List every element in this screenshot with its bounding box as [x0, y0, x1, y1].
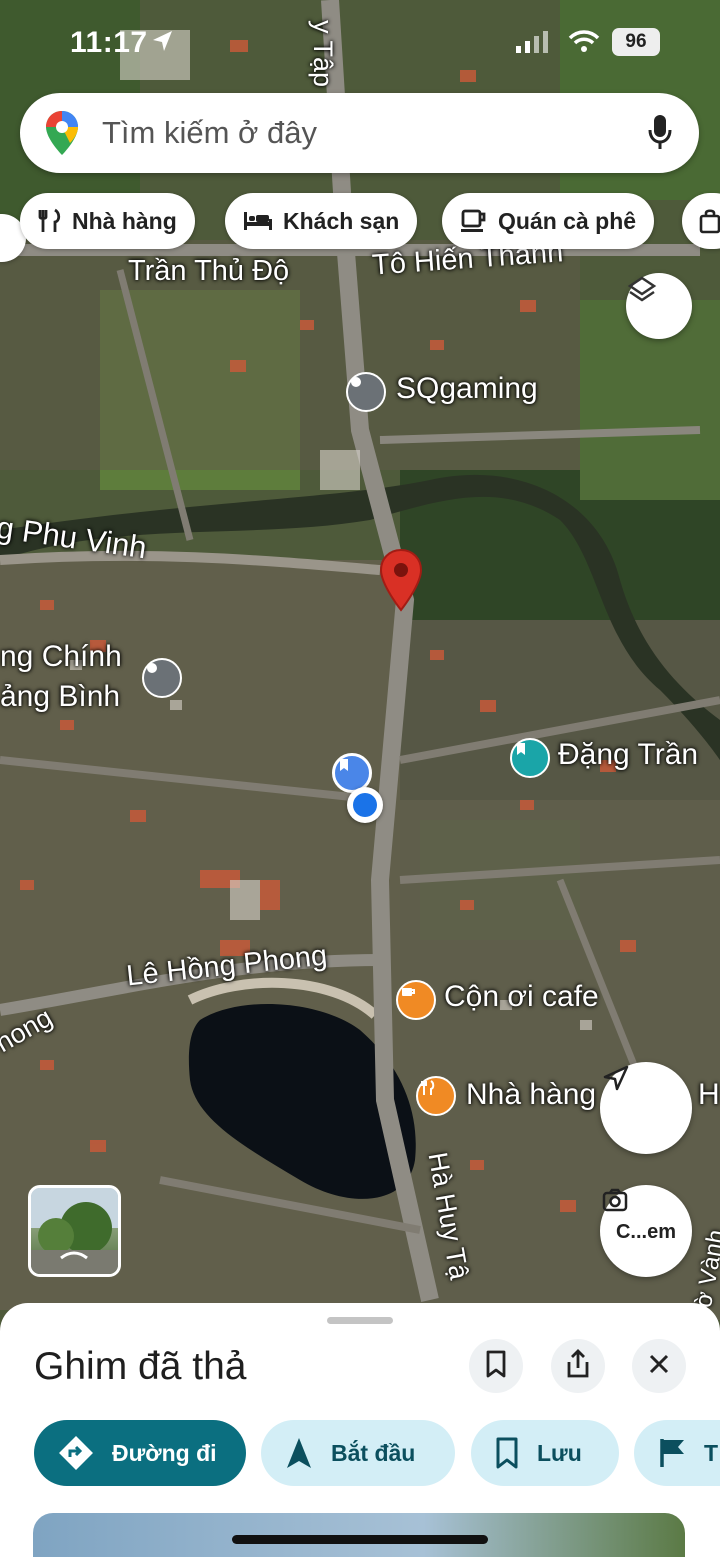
- label-button[interactable]: T: [634, 1420, 720, 1486]
- wifi-icon: [568, 30, 600, 59]
- directions-icon: [58, 1435, 94, 1471]
- share-icon: [565, 1348, 591, 1384]
- search-bar[interactable]: Tìm kiếm ở đây: [20, 93, 699, 173]
- save-button[interactable]: Lưu: [471, 1420, 619, 1486]
- battery-indicator: 96: [612, 28, 660, 56]
- shopping-bag-icon: [698, 208, 720, 234]
- chip-cafes[interactable]: Quán cà phê: [442, 193, 655, 249]
- poi-pin-icon[interactable]: [142, 658, 182, 698]
- chip-label: Quán cà phê: [498, 207, 637, 234]
- street-view-thumbnail[interactable]: [28, 1185, 121, 1277]
- poi-label-chinh-line1[interactable]: ng Chính: [0, 640, 122, 674]
- camera-explore-button[interactable]: C...em: [600, 1185, 692, 1277]
- user-location-dot: [347, 787, 383, 823]
- action-label: Lưu: [537, 1439, 582, 1466]
- poi-label-nha-hang-tail: H: [698, 1078, 720, 1111]
- poi-label-con-oi-cafe[interactable]: Cộn ơi cafe: [444, 980, 599, 1014]
- action-label: T: [704, 1439, 719, 1466]
- coffee-cup-icon[interactable]: [396, 980, 436, 1020]
- status-time: 11:17: [70, 26, 148, 59]
- action-label: Đường đi: [112, 1439, 217, 1466]
- search-placeholder[interactable]: Tìm kiếm ở đây: [102, 115, 317, 151]
- location-arrow-icon: [150, 28, 176, 59]
- flag-icon: [658, 1437, 686, 1469]
- chip-label: Nhà hàng: [72, 207, 177, 234]
- maps-logo-icon: [44, 109, 80, 162]
- street-label-tran-thu-do: Trần Thủ Độ: [128, 255, 290, 287]
- chip-label: Khách sạn: [283, 207, 400, 234]
- sheet-title: Ghim đã thả: [34, 1345, 247, 1388]
- directions-button[interactable]: Đường đi: [34, 1420, 246, 1486]
- camera-button-label: C...em: [615, 1220, 677, 1243]
- share-button[interactable]: [551, 1339, 605, 1393]
- poi-label-nha-hang[interactable]: Nhà hàng: [466, 1078, 596, 1112]
- microphone-icon[interactable]: [647, 113, 673, 156]
- poi-label-dang-tran[interactable]: Đặng Trần: [558, 738, 698, 772]
- bookmark-icon: [495, 1437, 519, 1469]
- chip-hotels[interactable]: Khách sạn: [225, 193, 418, 249]
- action-label: Bắt đầu: [331, 1439, 416, 1466]
- navigation-arrow-icon: [285, 1436, 313, 1470]
- chip-restaurants[interactable]: Nhà hàng: [20, 193, 195, 249]
- my-location-button[interactable]: [600, 1062, 692, 1154]
- bookmark-poi-icon[interactable]: [510, 738, 550, 778]
- start-button[interactable]: Bắt đầu: [261, 1420, 455, 1486]
- place-bottom-sheet[interactable]: Ghim đã thả Đường đi Bắt đầu Lưu T: [0, 1303, 720, 1557]
- status-bar: 11:17 96: [0, 0, 720, 80]
- cellular-signal-icon: [515, 30, 549, 59]
- home-indicator[interactable]: [232, 1535, 488, 1544]
- coffee-cup-icon: [460, 208, 488, 234]
- close-button[interactable]: [632, 1339, 686, 1393]
- bed-icon: [243, 210, 273, 232]
- poi-pin-icon[interactable]: [346, 372, 386, 412]
- save-bookmark-button[interactable]: [469, 1339, 523, 1393]
- fork-knife-icon[interactable]: [416, 1076, 456, 1116]
- layers-button[interactable]: [626, 273, 692, 339]
- bookmark-icon: [485, 1350, 507, 1383]
- poi-label-sqgaming[interactable]: SQgaming: [396, 372, 538, 406]
- poi-label-chinh-line2[interactable]: ảng Bình: [0, 680, 120, 714]
- sheet-drag-handle[interactable]: [327, 1317, 393, 1324]
- fork-knife-icon: [38, 208, 62, 234]
- close-icon: [647, 1352, 671, 1381]
